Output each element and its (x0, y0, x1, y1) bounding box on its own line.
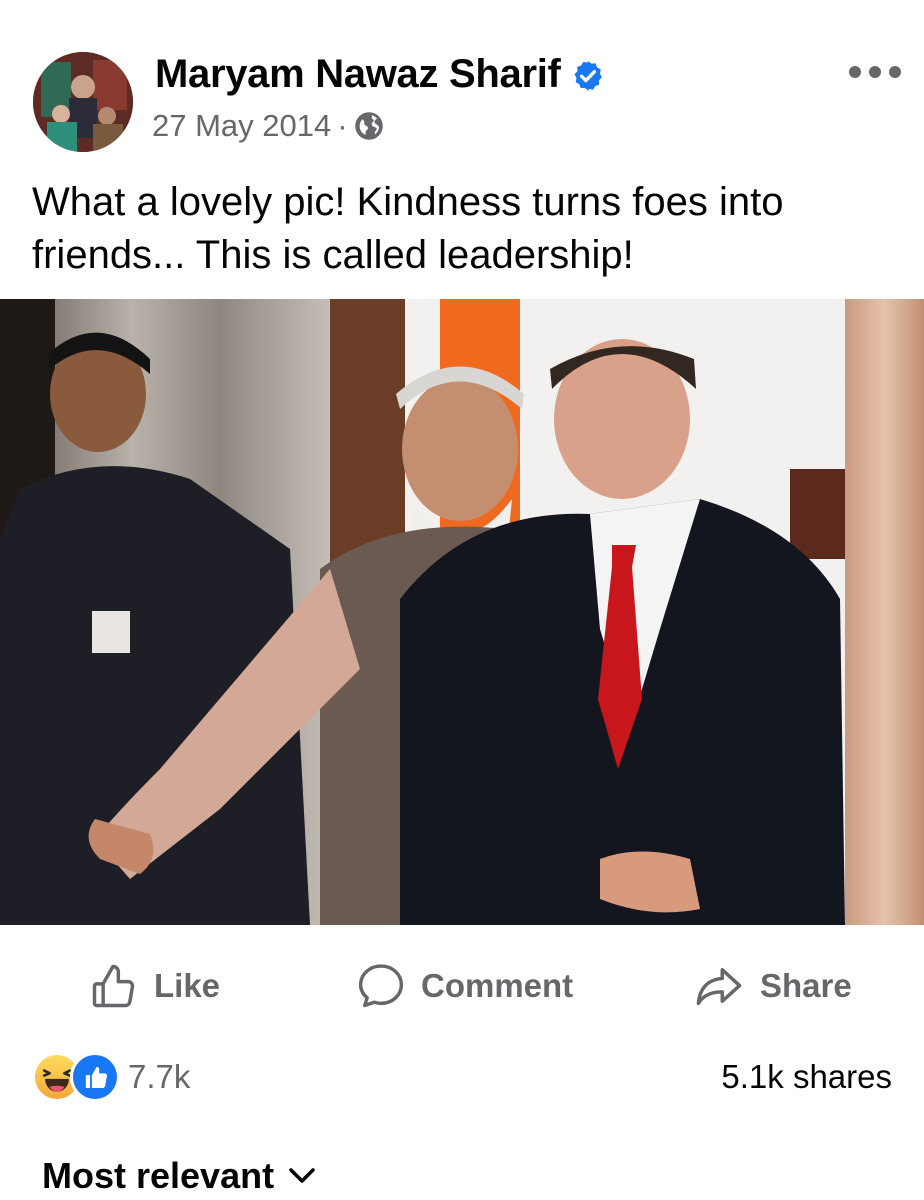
like-reaction-icon (70, 1052, 120, 1102)
more-dot-icon (849, 66, 861, 78)
like-button[interactable]: Like (88, 955, 220, 1017)
more-options-button[interactable] (849, 62, 901, 82)
share-label: Share (760, 967, 852, 1004)
meta-separator: · (337, 108, 348, 143)
post-photo[interactable] (0, 299, 924, 925)
globe-icon (354, 111, 384, 141)
post-meta: 27 May 2014 · (152, 108, 384, 144)
verified-badge-icon (571, 58, 605, 92)
comment-sort-dropdown[interactable]: Most relevant (42, 1155, 316, 1197)
share-count[interactable]: 5.1k shares (721, 1058, 892, 1096)
more-dot-icon (889, 66, 901, 78)
author-name[interactable]: Maryam Nawaz Sharif (155, 52, 561, 97)
more-dot-icon (869, 66, 881, 78)
like-label: Like (154, 967, 221, 1004)
share-button[interactable]: Share (692, 955, 852, 1017)
sort-label: Most relevant (42, 1155, 275, 1196)
post-date[interactable]: 27 May 2014 (152, 108, 331, 144)
comment-label: Comment (421, 967, 574, 1004)
share-arrow-icon (696, 968, 742, 1006)
author-name-row: Maryam Nawaz Sharif (155, 52, 605, 97)
comment-button[interactable]: Comment (355, 955, 573, 1017)
thumbs-up-icon (92, 964, 135, 1008)
chevron-down-icon (289, 1168, 315, 1183)
reactions-summary[interactable]: 7.7k (32, 1052, 190, 1102)
comment-bubble-icon (358, 964, 404, 1008)
author-avatar[interactable] (33, 52, 133, 152)
post-caption: What a lovely pic! Kindness turns foes i… (32, 180, 784, 277)
reaction-count: 7.7k (128, 1058, 191, 1095)
